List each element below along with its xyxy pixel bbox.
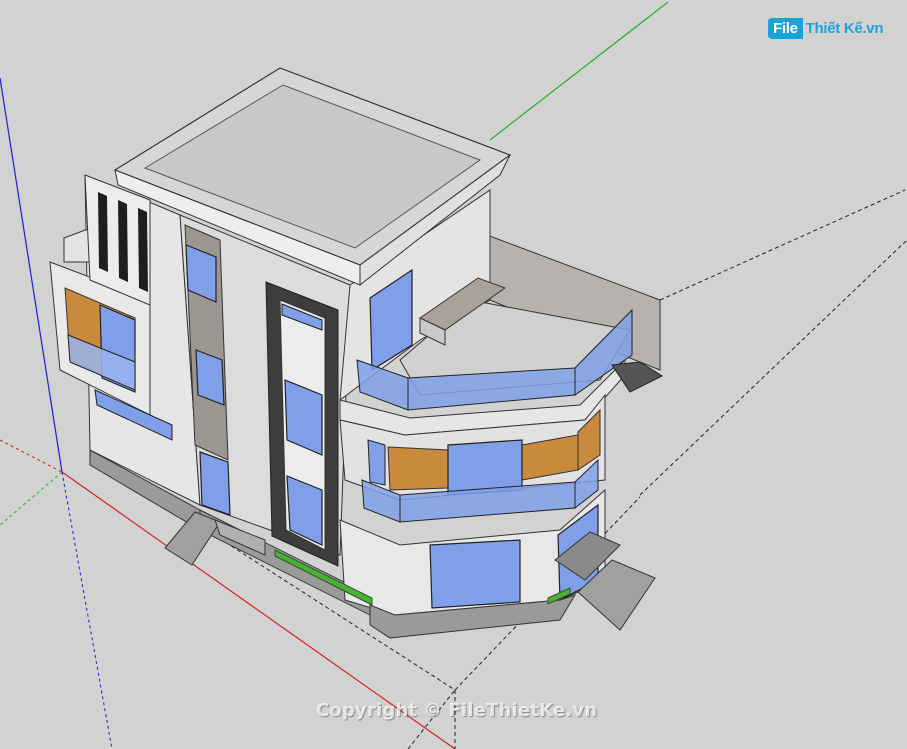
- copyright-watermark: Copyright © FileThietKe.vn: [316, 700, 598, 721]
- blue-axis-dashed: [61, 471, 113, 749]
- green-axis-dashed: [0, 471, 63, 526]
- red-axis-dashed: [0, 439, 63, 473]
- model-canvas[interactable]: [0, 0, 907, 749]
- logo-text: Thiết Kế.vn: [805, 19, 884, 37]
- green-axis: [489, 1, 669, 141]
- brand-logo[interactable]: File Thiết Kế.vn: [768, 14, 883, 42]
- modeling-viewport[interactable]: [0, 0, 907, 749]
- logo-badge: File: [768, 17, 803, 39]
